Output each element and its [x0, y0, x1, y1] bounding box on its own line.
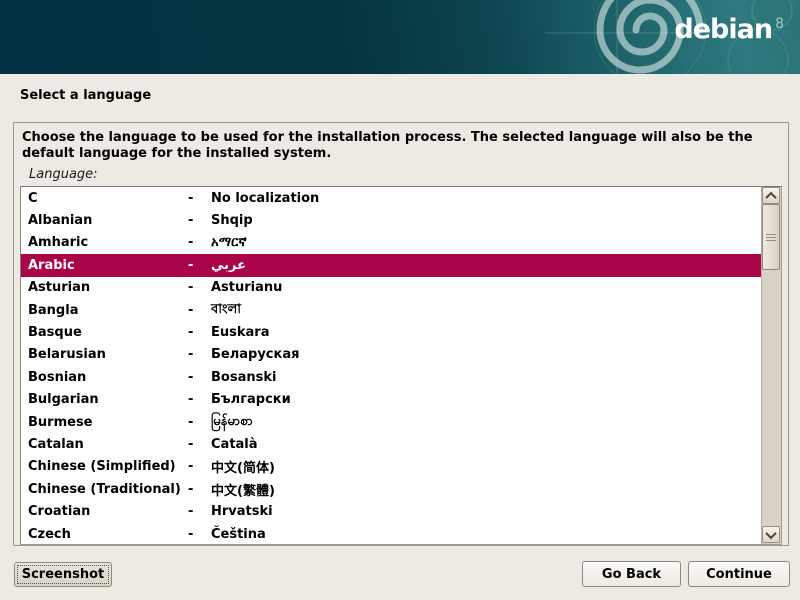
- instruction-text: Choose the language to be used for the i…: [22, 130, 766, 162]
- go-back-button[interactable]: Go Back: [582, 561, 681, 587]
- language-native-name: Asturianu: [211, 280, 762, 295]
- language-native-name: Euskara: [211, 325, 762, 340]
- language-native-name: No localization: [211, 191, 762, 206]
- language-native-name: አማርኛ: [211, 235, 762, 250]
- separator-dash: -: [188, 280, 211, 295]
- debian-version: 8: [775, 16, 784, 32]
- language-name: Catalan: [21, 437, 188, 452]
- thumb-grip: [766, 234, 776, 235]
- language-native-name: বাংলা: [211, 300, 762, 321]
- list-item[interactable]: Albanian-Shqip: [21, 209, 762, 231]
- list-item[interactable]: Basque-Euskara: [21, 321, 762, 343]
- list-item[interactable]: Arabic-عربي: [21, 254, 762, 276]
- chevron-down-icon: [765, 527, 776, 538]
- list-item[interactable]: Asturian-Asturianu: [21, 277, 762, 299]
- language-name: C: [21, 191, 188, 206]
- separator-dash: -: [188, 347, 211, 362]
- language-native-name: မြန်မာစာ: [211, 413, 762, 432]
- separator-dash: -: [188, 303, 211, 318]
- list-item[interactable]: Bosnian-Bosanski: [21, 366, 762, 388]
- thumb-grip: [766, 237, 776, 238]
- list-item[interactable]: Chinese (Traditional)-中文(繁體): [21, 478, 762, 500]
- list-item[interactable]: Burmese-မြန်မာစာ: [21, 411, 762, 433]
- list-item[interactable]: C-No localization: [21, 187, 762, 209]
- language-native-name: Bosanski: [211, 370, 762, 385]
- separator-dash: -: [188, 258, 211, 273]
- language-native-name: عربي: [211, 258, 762, 273]
- separator-dash: -: [188, 325, 211, 340]
- language-name: Burmese: [21, 415, 188, 430]
- list-item[interactable]: Catalan-Català: [21, 433, 762, 455]
- content-frame: Choose the language to be used for the i…: [13, 122, 789, 546]
- language-name: Albanian: [21, 213, 188, 228]
- language-native-name: Shqip: [211, 213, 762, 228]
- separator-dash: -: [188, 482, 211, 497]
- list-item[interactable]: Amharic-አማርኛ: [21, 232, 762, 254]
- installer-banner: debian8: [0, 0, 800, 74]
- language-native-name: Български: [211, 392, 762, 407]
- screenshot-button[interactable]: Screenshot: [14, 562, 112, 587]
- language-name: Chinese (Traditional): [21, 482, 188, 497]
- chevron-up-icon: [765, 191, 776, 202]
- language-name: Asturian: [21, 280, 188, 295]
- language-native-name: 中文(繁體): [211, 480, 762, 499]
- language-name: Arabic: [21, 258, 188, 273]
- thumb-grip: [766, 240, 776, 241]
- scrollbar-up-button[interactable]: [762, 187, 780, 204]
- separator-dash: -: [188, 370, 211, 385]
- language-name: Croatian: [21, 504, 188, 519]
- separator-dash: -: [188, 415, 211, 430]
- language-native-name: Català: [211, 437, 762, 452]
- scrollbar-thumb[interactable]: [762, 204, 780, 270]
- action-bar: Screenshot Go Back Continue: [0, 546, 800, 600]
- separator-dash: -: [188, 191, 211, 206]
- debian-wordmark: debian: [674, 14, 772, 45]
- continue-button[interactable]: Continue: [688, 561, 790, 587]
- list-item[interactable]: Belarusian-Беларуская: [21, 344, 762, 366]
- language-name: Belarusian: [21, 347, 188, 362]
- language-list[interactable]: C-No localizationAlbanian-ShqipAmharic-አ…: [20, 186, 782, 545]
- language-name: Bangla: [21, 303, 188, 318]
- separator-dash: -: [188, 527, 211, 542]
- separator-dash: -: [188, 437, 211, 452]
- language-list-rows: C-No localizationAlbanian-ShqipAmharic-አ…: [21, 187, 762, 544]
- page-title: Select a language: [0, 74, 800, 104]
- language-name: Bulgarian: [21, 392, 188, 407]
- separator-dash: -: [188, 392, 211, 407]
- separator-dash: -: [188, 213, 211, 228]
- language-name: Amharic: [21, 235, 188, 250]
- language-label: Language:: [29, 167, 782, 182]
- language-native-name: Čeština: [211, 527, 762, 542]
- language-name: Basque: [21, 325, 188, 340]
- scrollbar-down-button[interactable]: [762, 526, 780, 543]
- list-item[interactable]: Bangla-বাংলা: [21, 299, 762, 321]
- separator-dash: -: [188, 459, 211, 474]
- scrollbar[interactable]: [761, 187, 781, 544]
- language-native-name: 中文(简体): [211, 457, 762, 476]
- separator-dash: -: [188, 235, 211, 250]
- list-item[interactable]: Chinese (Simplified)-中文(简体): [21, 456, 762, 478]
- language-name: Chinese (Simplified): [21, 459, 188, 474]
- list-item[interactable]: Bulgarian-Български: [21, 389, 762, 411]
- language-name: Bosnian: [21, 370, 188, 385]
- language-name: Czech: [21, 527, 188, 542]
- separator-dash: -: [188, 504, 211, 519]
- language-native-name: Беларуская: [211, 347, 762, 362]
- debian-logo: debian8: [674, 16, 784, 43]
- list-item[interactable]: Czech-Čeština: [21, 523, 762, 544]
- language-native-name: Hrvatski: [211, 504, 762, 519]
- list-item[interactable]: Croatian-Hrvatski: [21, 500, 762, 522]
